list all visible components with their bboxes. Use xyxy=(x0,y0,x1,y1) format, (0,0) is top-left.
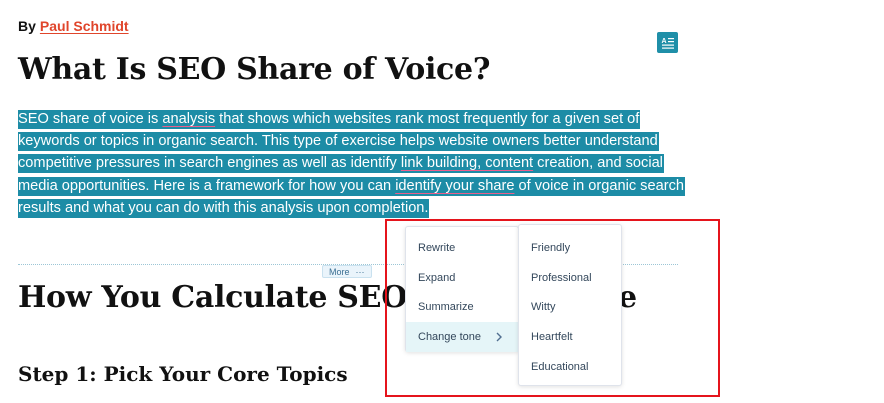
article-title: What Is SEO Share of Voice? xyxy=(18,52,491,87)
byline: By Paul Schmidt xyxy=(18,18,129,34)
author-link[interactable]: Paul Schmidt xyxy=(40,18,129,34)
text-selection: media opportunities. Here is a framework… xyxy=(18,176,685,196)
paragraph-text: SEO share of voice is xyxy=(18,111,163,127)
paragraph-line: media opportunities. Here is a framework… xyxy=(18,175,685,197)
text-selection: results and what you can do with this an… xyxy=(18,198,430,218)
flagged-phrase[interactable]: analysis xyxy=(162,111,215,127)
paragraph-line: competitive pressures in search engines … xyxy=(18,152,678,174)
paragraph-line: results and what you can do with this an… xyxy=(18,197,678,219)
flagged-phrase[interactable]: identify your share xyxy=(395,178,514,194)
text-format-button[interactable]: A xyxy=(657,32,678,53)
text-selection: SEO share of voice is analysis that show… xyxy=(18,110,641,129)
svg-text:A: A xyxy=(661,38,666,45)
text-format-icon: A xyxy=(661,37,674,49)
paragraph-text: that shows which websites rank most freq… xyxy=(215,111,640,127)
paragraph-line: SEO share of voice is analysis that show… xyxy=(18,108,678,130)
more-button[interactable]: More ··· xyxy=(322,265,372,278)
paragraph-text: results and what you can do with this an… xyxy=(18,199,429,216)
step-heading: Step 1: Pick Your Core Topics xyxy=(18,362,348,386)
paragraph-text: competitive pressures in search engines … xyxy=(18,155,401,172)
flagged-phrase[interactable]: link building, content xyxy=(401,155,533,171)
byline-prefix: By xyxy=(18,18,36,34)
paragraph-text: media opportunities. Here is a framework… xyxy=(18,177,396,194)
paragraph-text: keywords or topics in organic search. Th… xyxy=(18,133,658,150)
selected-paragraph[interactable]: SEO share of voice is analysis that show… xyxy=(18,108,685,219)
text-selection: keywords or topics in organic search. Th… xyxy=(18,132,659,152)
section-heading: How You Calculate SEO e xyxy=(18,280,637,315)
more-dots-icon: ··· xyxy=(355,266,365,277)
section-heading-start: How You Calculate SEO xyxy=(18,280,408,315)
paragraph-text: creation, and social xyxy=(533,155,663,172)
paragraph-line: keywords or topics in organic search. Th… xyxy=(18,130,678,152)
text-selection: competitive pressures in search engines … xyxy=(18,154,664,174)
more-label: More xyxy=(329,266,350,277)
highlight-box xyxy=(385,219,720,397)
paragraph-text: of voice in organic search xyxy=(514,177,684,194)
